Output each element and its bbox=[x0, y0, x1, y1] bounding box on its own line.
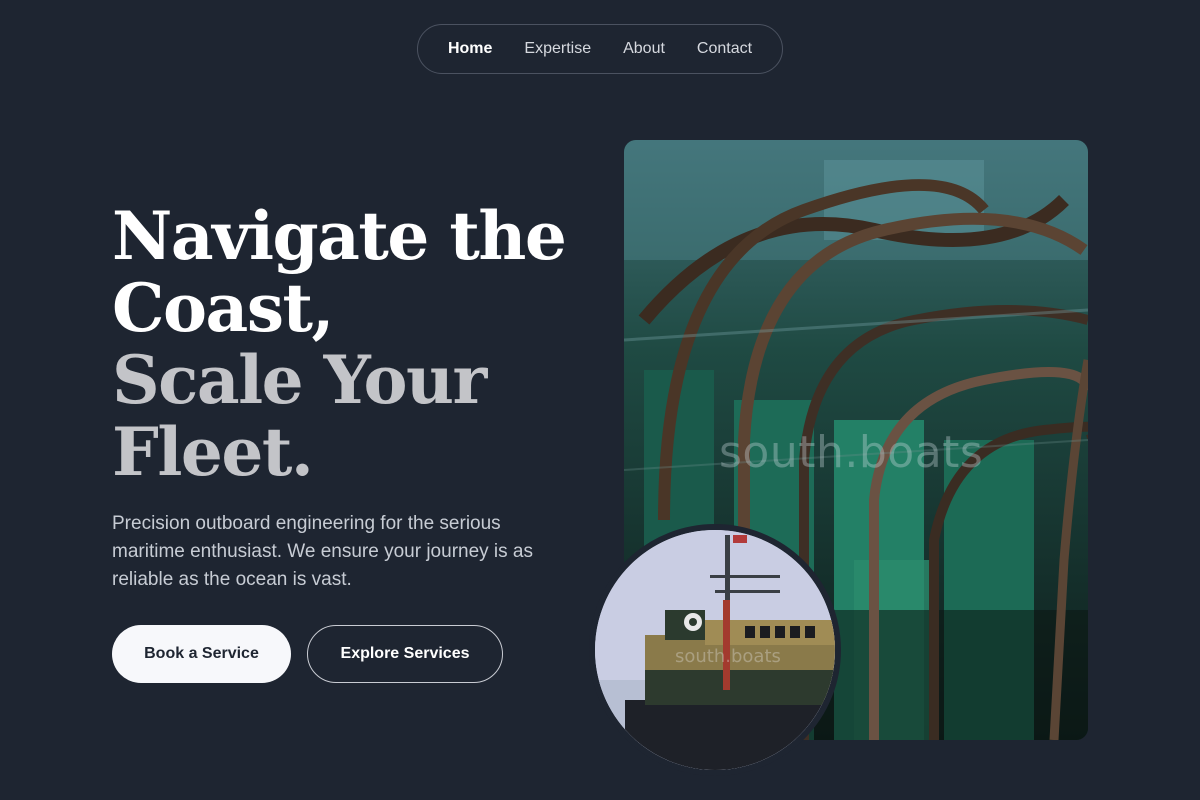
circle-image-watermark: south.boats bbox=[675, 646, 781, 667]
hero-title-line2: Scale Your Fleet. bbox=[112, 341, 487, 491]
nav-item-contact[interactable]: Contact bbox=[697, 40, 752, 58]
book-service-button[interactable]: Book a Service bbox=[112, 625, 291, 683]
page: Home Expertise About Contact Navigate th… bbox=[0, 0, 1200, 800]
explore-services-button[interactable]: Explore Services bbox=[307, 625, 503, 683]
top-nav: Home Expertise About Contact bbox=[417, 24, 783, 74]
tugboat-image: south.boats bbox=[589, 524, 841, 776]
hero-title: Navigate the Coast, Scale Your Fleet. bbox=[112, 200, 582, 488]
hero-title-line1: Navigate the Coast, bbox=[112, 197, 567, 347]
nav-item-home[interactable]: Home bbox=[448, 40, 492, 58]
hero-description: Precision outboard engineering for the s… bbox=[112, 513, 533, 590]
nav-item-about[interactable]: About bbox=[623, 40, 665, 58]
nav-item-expertise[interactable]: Expertise bbox=[524, 40, 591, 58]
